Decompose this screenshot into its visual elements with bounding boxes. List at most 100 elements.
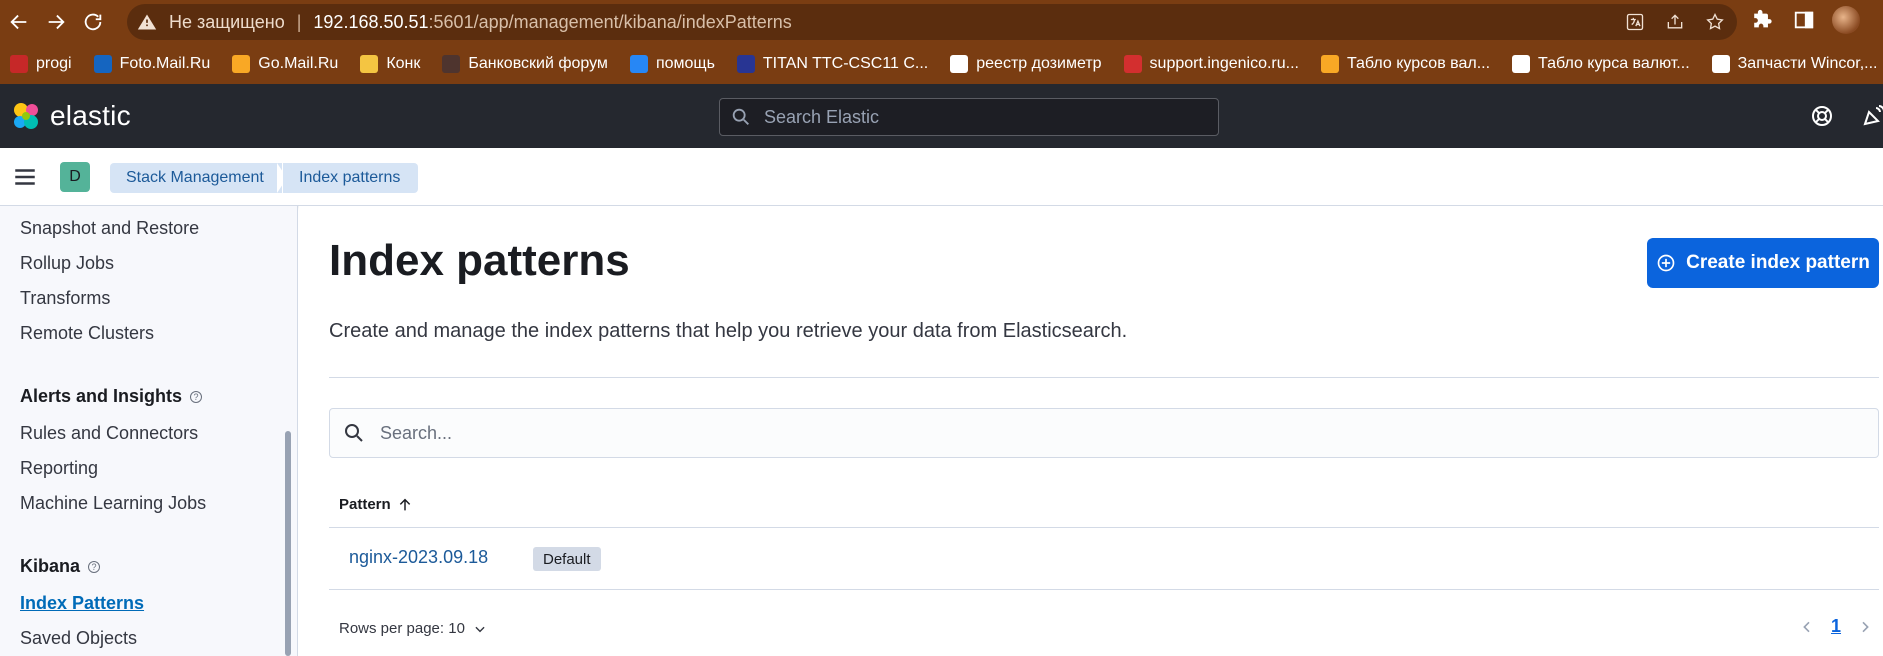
sidenav-item-reporting[interactable]: Reporting <box>20 458 98 479</box>
sidenav-item-index-patterns[interactable]: Index Patterns <box>20 593 144 614</box>
sidenav-item-remote-clusters[interactable]: Remote Clusters <box>20 323 154 344</box>
page-number-current[interactable]: 1 <box>1831 616 1841 637</box>
bookmark-favicon-icon <box>93 55 112 73</box>
bookmark-item[interactable]: Запчасти Wincor,... <box>1711 55 1878 73</box>
create-index-pattern-button[interactable]: Create index pattern <box>1647 238 1879 288</box>
url-path: :5601/app/management/kibana/indexPattern… <box>428 11 792 32</box>
create-index-pattern-label: Create index pattern <box>1686 252 1870 273</box>
sidenav-item-snapshot-restore[interactable]: Snapshot and Restore <box>20 218 199 239</box>
bookmark-item[interactable]: помощь <box>629 55 715 73</box>
bookmark-favicon-icon <box>1123 55 1142 73</box>
sidenav-section-kibana: Kibana ? <box>20 556 101 577</box>
page-description: Create and manage the index patterns tha… <box>329 320 1128 342</box>
forward-icon[interactable] <box>38 4 74 40</box>
reload-icon[interactable] <box>75 4 111 40</box>
sidenav-item-transforms[interactable]: Transforms <box>20 288 110 309</box>
elastic-logo[interactable]: elastic <box>10 100 131 132</box>
bookmark-favicon-icon <box>629 55 648 73</box>
bookmark-favicon-icon <box>736 55 755 73</box>
pagination: 1 <box>1799 616 1873 637</box>
search-icon <box>345 424 363 442</box>
url-text: 192.168.50.51:5601/app/management/kibana… <box>313 12 791 33</box>
sidenav-section-kibana-label: Kibana <box>20 556 81 576</box>
bookmark-item[interactable]: Foto.Mail.Ru <box>93 55 210 73</box>
bookmark-item[interactable]: Конк <box>360 55 420 73</box>
bookmark-label: помощь <box>655 55 715 72</box>
bookmark-item[interactable]: Табло курса валют... <box>1512 55 1690 73</box>
bookmark-item[interactable]: TITAN TTC-CSC11 C... <box>736 55 928 73</box>
breadcrumb-index-patterns: Index patterns <box>283 163 419 193</box>
main-content: Index patterns Create index pattern Crea… <box>299 206 1883 656</box>
bookmark-label: Табло курсов вал... <box>1346 55 1491 72</box>
bookmark-item[interactable]: Банковский форум <box>442 55 608 73</box>
table-header-divider <box>329 527 1879 528</box>
sidenav-item-saved-objects[interactable]: Saved Objects <box>20 628 137 649</box>
address-bar[interactable]: Не защищено | 192.168.50.51:5601/app/man… <box>127 4 1737 40</box>
index-pattern-search-input[interactable]: Search... <box>329 408 1879 458</box>
hamburger-menu-icon[interactable] <box>12 164 38 190</box>
bookmark-item[interactable]: Табло курсов вал... <box>1320 55 1491 73</box>
bookmark-favicon-icon <box>10 55 28 73</box>
bookmark-label: support.ingenico.ru... <box>1149 55 1299 72</box>
side-panel-icon[interactable] <box>1790 6 1818 34</box>
bookmark-label: Табло курса валют... <box>1538 55 1690 72</box>
kibana-header: elastic Search Elastic <box>0 84 1883 148</box>
rows-per-page-selector[interactable]: Rows per page: 10 <box>339 620 487 637</box>
sidenav-section-alerts-label: Alerts and Insights <box>20 386 183 406</box>
sidenav-scrollbar[interactable] <box>285 431 291 656</box>
breadcrumb-stack-management[interactable]: Stack Management <box>110 163 282 193</box>
bookmark-item[interactable]: Go.Mail.Ru <box>232 55 338 73</box>
search-placeholder: Search... <box>380 422 453 443</box>
search-icon <box>732 108 749 125</box>
bookmark-favicon-icon <box>232 55 251 73</box>
global-search-input[interactable]: Search Elastic <box>719 98 1219 136</box>
news-feed-icon[interactable] <box>1862 104 1883 128</box>
space-avatar[interactable]: D <box>60 162 90 192</box>
share-icon[interactable] <box>1663 10 1687 34</box>
browser-menu-icon[interactable] <box>1874 6 1883 34</box>
rows-per-page-label: Rows per page: 10 <box>339 620 465 637</box>
back-icon[interactable] <box>1 4 37 40</box>
info-icon[interactable]: ? <box>190 390 203 403</box>
extensions-icon[interactable] <box>1748 6 1776 34</box>
column-header-pattern[interactable]: Pattern <box>339 496 413 513</box>
next-page-icon[interactable] <box>1857 619 1873 635</box>
sidenav-item-ml-jobs[interactable]: Machine Learning Jobs <box>20 493 206 514</box>
global-search-placeholder: Search Elastic <box>764 106 880 127</box>
elastic-logo-icon <box>14 103 38 129</box>
bookmarks-bar: progi Foto.Mail.Ru Go.Mail.Ru Конк Банковски… <box>0 44 1883 84</box>
sidenav-item-rollup-jobs[interactable]: Rollup Jobs <box>20 253 114 274</box>
url-host: 192.168.50.51 <box>313 11 429 32</box>
bookmark-label: progi <box>36 55 72 72</box>
divider <box>329 377 1879 378</box>
address-separator: | <box>296 11 302 32</box>
bookmark-item[interactable]: progi <box>10 55 72 73</box>
bookmark-favicon-icon <box>442 55 461 73</box>
bookmark-item[interactable]: support.ingenico.ru... <box>1123 55 1299 73</box>
bookmark-favicon-icon <box>1711 55 1730 73</box>
bookmark-favicon-icon <box>360 55 379 73</box>
warning-icon[interactable] <box>135 10 159 34</box>
bookmark-favicon-icon <box>950 55 969 73</box>
bookmark-label: Запчасти Wincor,... <box>1737 55 1878 72</box>
bookmark-item[interactable]: реестр дозиметр <box>950 55 1102 73</box>
profile-avatar[interactable] <box>1832 6 1860 34</box>
help-icon[interactable] <box>1810 104 1834 128</box>
column-header-pattern-label: Pattern <box>339 496 391 513</box>
bookmark-label: Конк <box>386 55 421 72</box>
bookmark-favicon-icon <box>1512 55 1531 73</box>
bookmark-star-icon[interactable] <box>1703 10 1727 34</box>
sort-ascending-icon <box>399 498 410 510</box>
info-icon[interactable]: ? <box>88 560 101 573</box>
bookmark-favicon-icon <box>1320 55 1339 73</box>
insecure-label: Не защищено <box>169 11 285 32</box>
index-pattern-link[interactable]: nginx-2023.09.18 <box>349 547 488 568</box>
page-title: Index patterns <box>329 236 630 285</box>
table-row-divider <box>329 589 1879 590</box>
browser-toolbar: Не защищено | 192.168.50.51:5601/app/man… <box>0 0 1883 44</box>
breadcrumb-bar: D Stack Management Index patterns <box>0 148 1883 206</box>
translate-icon[interactable] <box>1623 10 1647 34</box>
sidenav-item-rules-connectors[interactable]: Rules and Connectors <box>20 423 198 444</box>
previous-page-icon[interactable] <box>1799 619 1815 635</box>
chevron-down-icon <box>475 626 485 632</box>
